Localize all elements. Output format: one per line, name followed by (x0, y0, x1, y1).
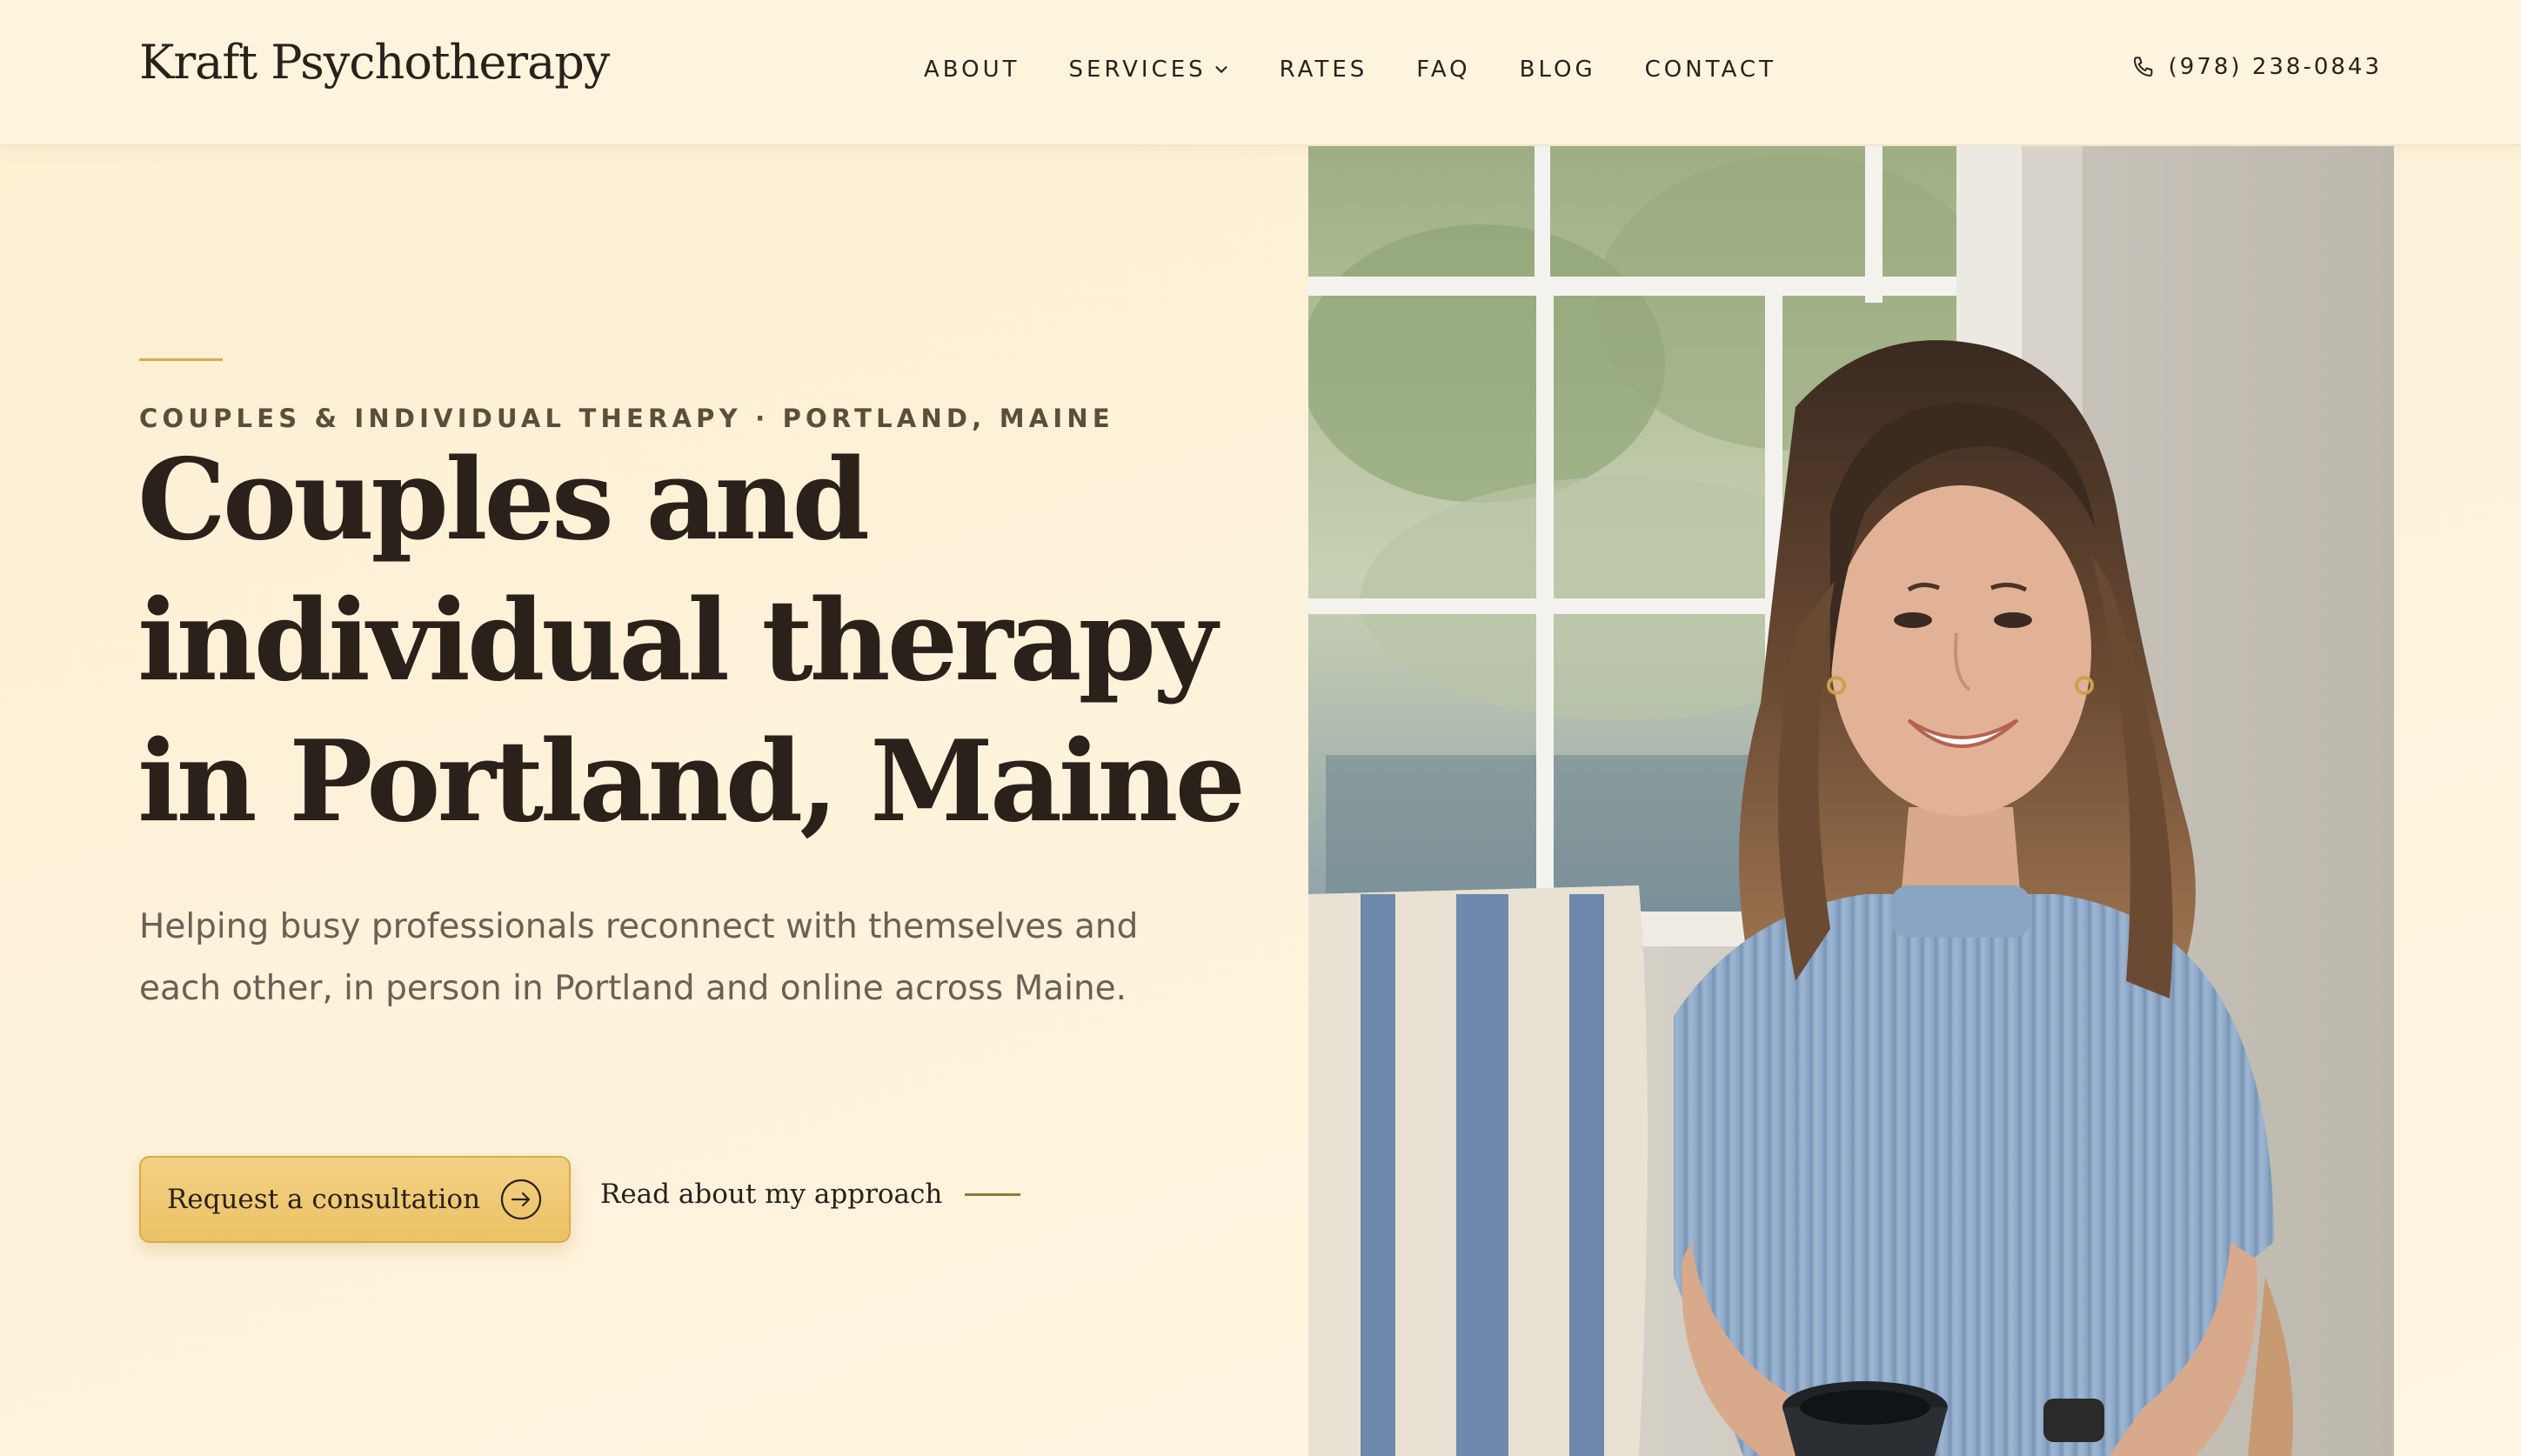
nav-item-label: ABOUT (924, 57, 1020, 83)
site-header: Kraft Psychotherapy ABOUT SERVICES RATES… (0, 0, 2521, 146)
nav-item-label: RATES (1279, 57, 1368, 83)
hero-subtext: Helping busy professionals reconnect wit… (139, 907, 1139, 1008)
chevron-down-icon (1215, 66, 1227, 73)
link-dash (965, 1192, 1021, 1196)
nav-item-label: SERVICES (1068, 57, 1207, 83)
main-nav: ABOUT SERVICES RATES FAQ BLOG CONTACT (924, 52, 1776, 87)
nav-item-label: FAQ (1416, 57, 1471, 83)
read-approach-label: Read about my approach (600, 1179, 943, 1210)
accent-divider (139, 358, 223, 361)
nav-item-contact[interactable]: CONTACT (1645, 57, 1776, 83)
nav-item-label: CONTACT (1644, 57, 1776, 83)
hero-headline: Couples and individual therapy in Portla… (137, 435, 1246, 847)
nav-item-services[interactable]: SERVICES (1069, 57, 1231, 83)
therapist-photo (1308, 146, 2394, 1456)
nav-item-label: BLOG (1519, 57, 1596, 83)
hero-eyebrow: COUPLES & INDIVIDUAL THERAPY · PORTLAND,… (139, 404, 1114, 433)
phone-number: (978) 238-0843 (2168, 54, 2382, 80)
arrow-right-circle-icon (500, 1179, 542, 1220)
request-consultation-label: Request a consultation (166, 1184, 481, 1215)
read-approach-link[interactable]: Read about my approach (600, 1179, 1021, 1210)
phone-link[interactable]: (978) 238-0843 (2130, 54, 2382, 80)
request-consultation-button[interactable]: Request a consultation (139, 1156, 571, 1243)
nav-item-blog[interactable]: BLOG (1520, 57, 1596, 83)
nav-item-rates[interactable]: RATES (1280, 57, 1368, 83)
site-logo[interactable]: Kraft Psychotherapy (139, 35, 610, 90)
phone-icon (2133, 57, 2153, 77)
nav-item-about[interactable]: ABOUT (924, 57, 1020, 83)
nav-item-faq[interactable]: FAQ (1416, 57, 1470, 83)
